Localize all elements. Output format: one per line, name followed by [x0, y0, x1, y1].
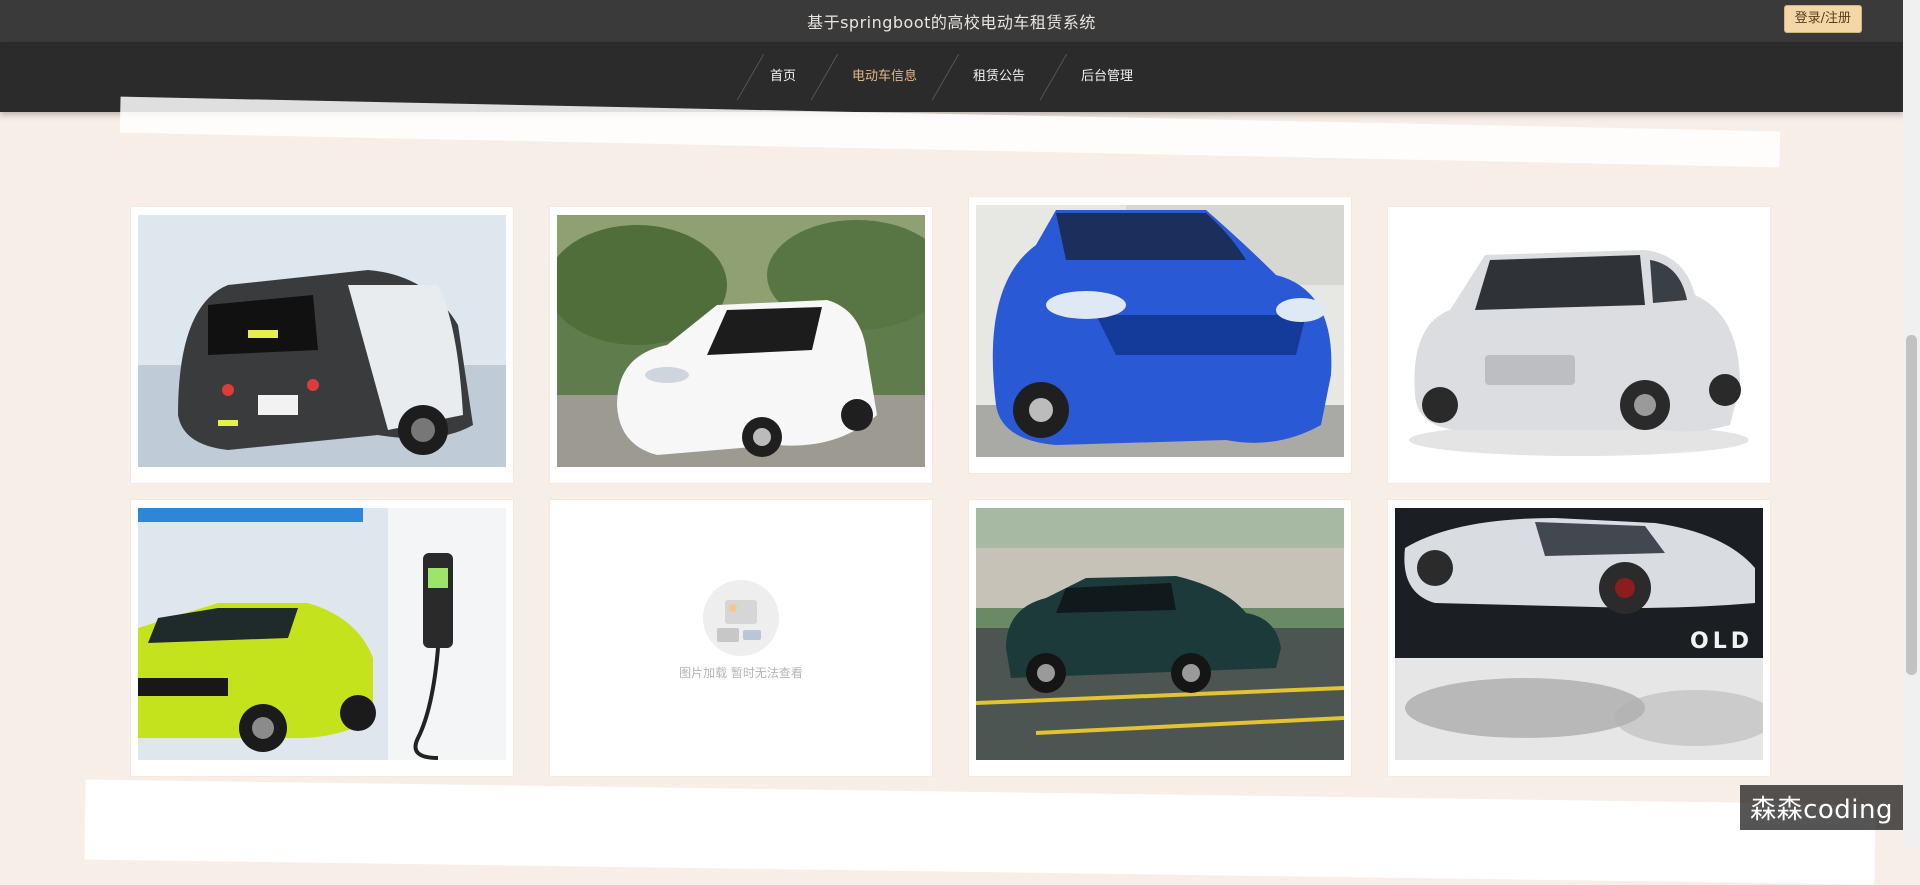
- nav-item-home[interactable]: 首页: [742, 42, 824, 112]
- nav-item-admin[interactable]: 后台管理: [1053, 42, 1161, 112]
- vehicle-image-lime-green-car[interactable]: [138, 508, 506, 760]
- vehicle-card-4[interactable]: [1388, 207, 1770, 483]
- vehicle-image-silver-car[interactable]: [1395, 215, 1763, 467]
- vehicle-image-blue-car[interactable]: [976, 205, 1344, 457]
- vehicle-card-3[interactable]: [969, 197, 1351, 473]
- app-title: 基于springboot的高校电动车租赁系统: [807, 13, 1096, 32]
- vehicle-card-8[interactable]: OLD: [1388, 500, 1770, 776]
- vertical-scrollbar[interactable]: [1903, 0, 1920, 846]
- vehicle-card-5[interactable]: [131, 500, 513, 776]
- vehicle-card-7[interactable]: [969, 500, 1351, 776]
- scrollbar-thumb[interactable]: [1906, 335, 1917, 675]
- vehicle-image-white-car[interactable]: [557, 215, 925, 467]
- vehicle-image-gray-black-car[interactable]: [138, 215, 506, 467]
- vehicle-card-2[interactable]: [550, 207, 932, 483]
- vehicle-image-silver-concept-car[interactable]: OLD: [1395, 508, 1763, 760]
- svg-text:OLD: OLD: [1690, 629, 1753, 654]
- placeholder-caption: 图片加载 暂时无法查看: [679, 666, 803, 680]
- decorative-band-bottom: [84, 779, 1876, 885]
- vehicle-card-1[interactable]: [131, 207, 513, 483]
- vehicle-image-dark-teal-suv[interactable]: [976, 508, 1344, 760]
- nav-item-ev-info[interactable]: 电动车信息: [824, 42, 945, 112]
- vehicle-card-6[interactable]: 图片加载 暂时无法查看: [550, 500, 932, 776]
- watermark: 森森coding: [1740, 785, 1903, 830]
- vehicle-image-placeholder[interactable]: [557, 508, 925, 760]
- login-register-button[interactable]: 登录/注册: [1783, 5, 1862, 33]
- top-bar: 基于springboot的高校电动车租赁系统 登录/注册: [0, 0, 1903, 42]
- nav-item-rental-notices[interactable]: 租赁公告: [945, 42, 1053, 112]
